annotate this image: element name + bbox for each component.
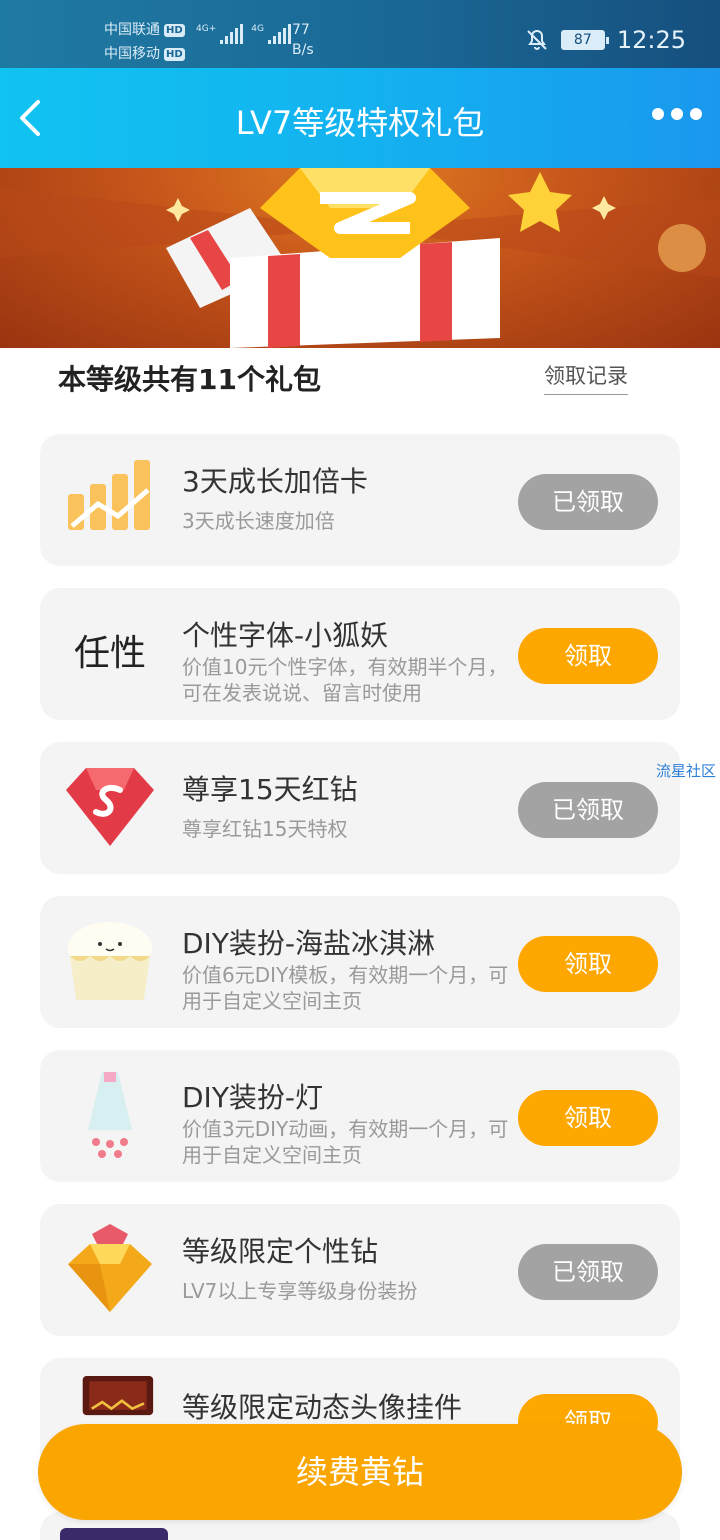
page-title: LV7等级特权礼包 xyxy=(235,104,485,142)
gift-card: 等级限定个性钻 LV7以上专享等级身份装扮 已领取 xyxy=(40,1204,680,1336)
net-speed: 77 B/s xyxy=(292,22,314,58)
renew-yellow-diamond-button[interactable]: 续费黄钻 xyxy=(38,1424,682,1520)
claim-button[interactable]: 领取 xyxy=(518,628,658,684)
signal-icon: 4G+ xyxy=(196,24,244,44)
claimed-button[interactable]: 已领取 xyxy=(518,782,658,838)
gift-card: 任性 个性字体-小狐妖 价值10元个性字体，有效期半个月，可在发表说说、留言时使… xyxy=(40,588,680,720)
gift-desc: 价值3元DIY动画，有效期一个月，可用于自定义空间主页 xyxy=(182,1117,509,1167)
gift-name: 等级限定个性钻 xyxy=(182,1235,379,1268)
hd-badge: HD xyxy=(164,23,185,37)
carrier-info: 中国联通 HD 中国移动 HD xyxy=(104,18,185,66)
carrier-1: 中国联通 xyxy=(104,22,160,38)
claim-record-link[interactable]: 领取记录 xyxy=(544,360,628,395)
gift-thumb xyxy=(60,1528,168,1540)
gift-desc: LV7以上专享等级身份装扮 xyxy=(182,1279,418,1303)
claimed-button[interactable]: 已领取 xyxy=(518,474,658,530)
gift-name: 等级限定动态头像挂件 xyxy=(182,1391,463,1424)
hd-badge: HD xyxy=(164,47,185,61)
font-sample-icon: 任性 xyxy=(73,633,146,674)
signal-icons: 4G+ 4G xyxy=(196,24,291,44)
gift-name: DIY装扮-灯 xyxy=(182,1081,324,1114)
claim-button[interactable]: 领取 xyxy=(518,1090,658,1146)
gift-desc: 价值6元DIY模板，有效期一个月，可用于自定义空间主页 xyxy=(182,963,509,1013)
red-diamond-icon xyxy=(66,768,154,846)
gift-name: DIY装扮-海盐冰淇淋 xyxy=(182,927,436,960)
gift-card: 尊享15天红钻 尊享红钻15天特权 已领取 xyxy=(40,742,680,874)
gift-card: 3天成长加倍卡 3天成长速度加倍 已领取 xyxy=(40,434,680,566)
gift-name: 个性字体-小狐妖 xyxy=(182,619,389,652)
watermark: 流星社区 xyxy=(656,762,717,780)
gift-card: DIY装扮-海盐冰淇淋 价值6元DIY模板，有效期一个月，可用于自定义空间主页 … xyxy=(40,896,680,1028)
status-bar: 中国联通 HD 中国移动 HD 4G+ 4G 77 B/s 87 12:25 xyxy=(0,0,720,68)
mute-bell-icon xyxy=(527,29,547,50)
claim-button[interactable]: 领取 xyxy=(518,936,658,992)
lamp-icon xyxy=(88,1072,132,1158)
claimed-button[interactable]: 已领取 xyxy=(518,1244,658,1300)
battery-icon: 87 xyxy=(560,30,609,50)
gift-count-title: 本等级共有11个礼包 xyxy=(58,363,321,396)
yellow-diamond-icon xyxy=(68,1224,152,1312)
nav-bar: LV7等级特权礼包 xyxy=(0,68,720,168)
carrier-2: 中国移动 xyxy=(104,46,160,62)
growth-chart-icon xyxy=(68,460,150,530)
more-dots-icon xyxy=(652,108,664,120)
gift-name: 尊享15天红钻 xyxy=(182,773,358,806)
ice-cream-icon xyxy=(68,922,152,1000)
gift-desc: 3天成长速度加倍 xyxy=(182,509,335,533)
more-button[interactable] xyxy=(652,108,702,120)
gift-banner xyxy=(0,168,720,348)
gift-name: 3天成长加倍卡 xyxy=(182,465,368,498)
clock: 12:25 xyxy=(616,26,686,54)
gift-desc: 价值10元个性字体，有效期半个月，可在发表说说、留言时使用 xyxy=(182,655,508,705)
signal-icon: 4G xyxy=(251,24,291,44)
gift-box-illustration xyxy=(0,168,720,348)
gift-card: DIY装扮-灯 价值3元DIY动画，有效期一个月，可用于自定义空间主页 领取 xyxy=(40,1050,680,1182)
gift-desc: 尊享红钻15天特权 xyxy=(182,817,348,841)
